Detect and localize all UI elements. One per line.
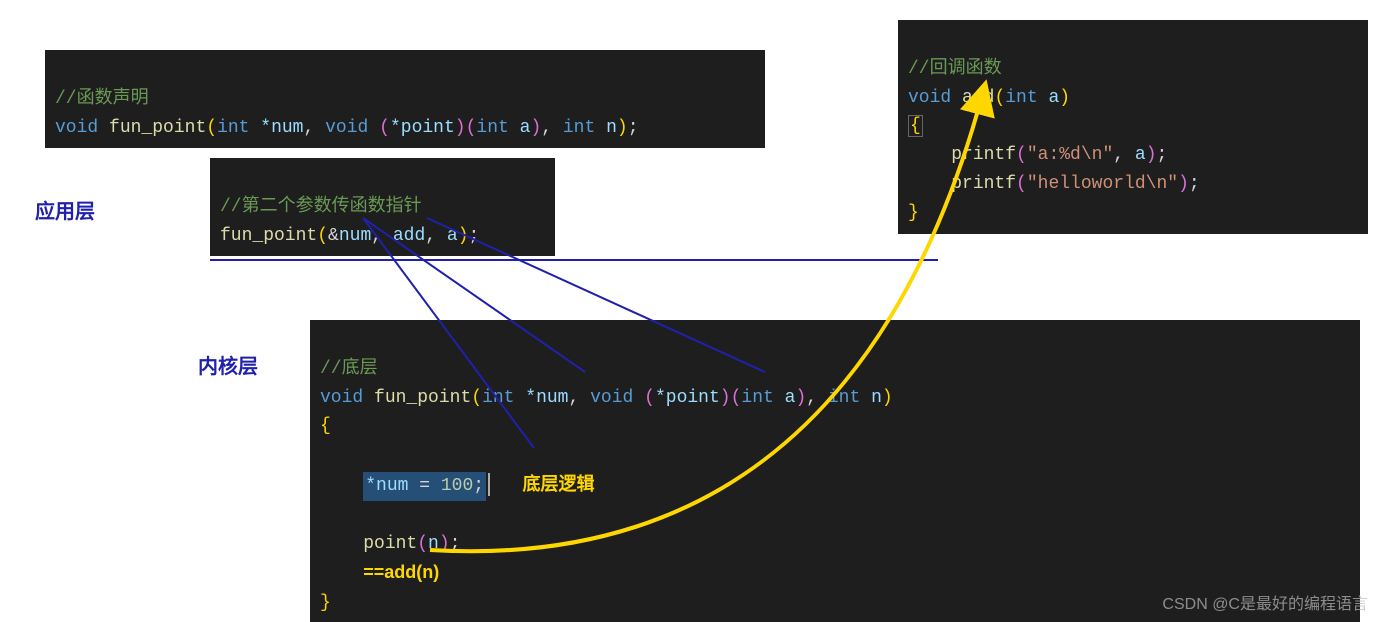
app-layer-label: 应用层 [35,195,95,224]
str2: "helloworld\n" [1027,174,1178,194]
amp-op: & [328,226,339,246]
impl-kw-void: void [320,388,363,408]
cb-a: a [1048,88,1059,108]
watermark: CSDN @C是最好的编程语言 [1162,590,1368,614]
cb-int: int [1005,88,1037,108]
arg-a: a [447,226,458,246]
cb-kw-void: void [908,88,951,108]
impl-n: n [871,388,882,408]
impl-num: *num [525,388,568,408]
code-block-callback: //回调函数 void add(int a) { printf("a:%d\n"… [898,20,1368,234]
kernel-layer-label: 内核层 [198,350,258,379]
printf2: printf [951,174,1016,194]
comment-call: //第二个参数传函数指针 [220,197,422,217]
cb-fn: add [962,88,994,108]
impl-int: int [482,388,514,408]
printf1: printf [951,145,1016,165]
str1: "a:%d\n" [1027,145,1113,165]
comment-callback: //回调函数 [908,59,1002,79]
kw-void: void [55,118,98,138]
impl-int2: int [741,388,773,408]
selected-code: *num = 100; [363,472,486,501]
arg-num: num [339,226,371,246]
eq-add-annotation: ==add(n) [363,562,439,582]
type-int3: int [563,118,595,138]
annotation-logic: 底层逻辑 [523,474,595,494]
type-int: int [217,118,249,138]
comment-impl: //底层 [320,359,378,379]
impl-int3: int [828,388,860,408]
code-block-declaration: //函数声明 void fun_point(int *num, void (*p… [45,50,765,148]
impl-fn: fun_point [374,388,471,408]
code-block-call: //第二个参数传函数指针 fun_point(&num, add, a); [210,158,555,256]
arg-add: add [393,226,425,246]
type-int2: int [476,118,508,138]
code-block-impl: //底层 void fun_point(int *num, void (*poi… [310,320,1360,622]
impl-void: void [590,388,633,408]
printf-arg-a: a [1135,145,1146,165]
text-cursor [488,473,490,496]
comment-declaration: //函数声明 [55,89,149,109]
param-a: a [520,118,531,138]
param-n: n [606,118,617,138]
impl-a: a [785,388,796,408]
point-call: point [363,534,417,554]
point-arg: n [428,534,439,554]
param-num: *num [260,118,303,138]
fn-name: fun_point [109,118,206,138]
fn-call-name: fun_point [220,226,317,246]
type-void: void [325,118,368,138]
